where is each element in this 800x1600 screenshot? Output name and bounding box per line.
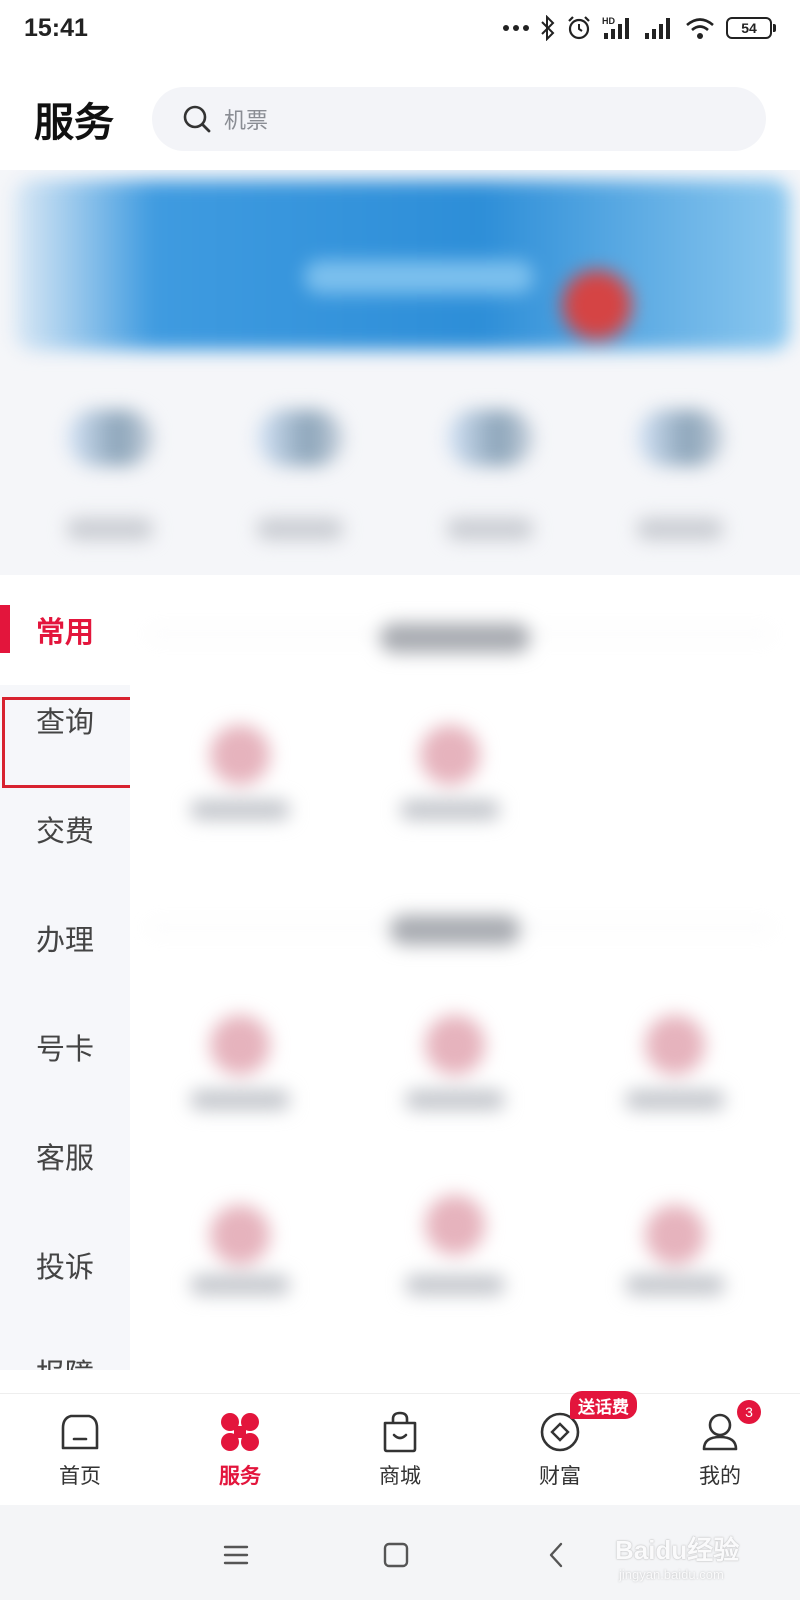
battery-level: 54 [741, 20, 757, 36]
service-icon[interactable] [210, 1205, 270, 1265]
quick-entry[interactable] [420, 400, 560, 560]
service-icon[interactable] [210, 725, 270, 785]
service-icon[interactable] [420, 725, 480, 785]
status-time: 15:41 [24, 13, 88, 42]
profile-icon [702, 1413, 738, 1451]
battery-icon: 54 [726, 17, 776, 39]
service-icon[interactable] [425, 1195, 485, 1255]
home-button[interactable] [376, 1535, 416, 1575]
search-input[interactable]: 机票 [152, 87, 766, 151]
section-header [380, 623, 530, 653]
search-icon [183, 105, 211, 133]
service-icon[interactable] [645, 1205, 705, 1265]
bottom-tab-bar: 首页 服务 商城 财富 我的 [0, 1393, 800, 1505]
tab-label: 首页 [59, 1464, 101, 1488]
more-dots-icon [503, 25, 529, 31]
search-placeholder: 机票 [224, 109, 269, 134]
category-sidebar: 常用 查询 交费 办理 号卡 客服 投诉 报障 [0, 575, 130, 1370]
sidebar-item-label: 交费 [36, 814, 95, 848]
sidebar-item-complaint[interactable]: 投诉 [0, 1210, 130, 1320]
shopping-bag-icon [383, 1411, 417, 1453]
services-icon [221, 1413, 259, 1451]
active-indicator [0, 605, 10, 653]
sidebar-item-label: 报障 [36, 1351, 94, 1370]
menu-button[interactable] [216, 1535, 256, 1575]
bluetooth-icon [541, 15, 555, 41]
sidebar-item-label: 办理 [36, 923, 95, 957]
status-bar: 15:41 HD 54 [0, 0, 800, 56]
sidebar-item-label: 投诉 [36, 1250, 95, 1284]
sidebar-item-payment[interactable]: 交费 [0, 774, 130, 884]
header: 服务 机票 [0, 80, 800, 158]
hd-signal-icon: HD [602, 16, 629, 39]
sidebar-item-sim-card[interactable]: 号卡 [0, 992, 130, 1102]
page-title: 服务 [34, 100, 114, 146]
tab-label: 财富 [539, 1464, 581, 1488]
quick-entry[interactable] [40, 400, 180, 560]
sidebar-item-customer-service[interactable]: 客服 [0, 1101, 130, 1211]
tab-mall[interactable]: 商城 [320, 1394, 480, 1506]
tab-services[interactable]: 服务 [160, 1394, 320, 1506]
tab-label: 我的 [699, 1464, 741, 1488]
notification-count-badge: 3 [737, 1400, 761, 1424]
service-grid-blurred [130, 575, 800, 1370]
sidebar-item-label: 号卡 [36, 1032, 95, 1066]
wifi-icon [686, 18, 714, 39]
service-icon[interactable] [210, 1015, 270, 1075]
quick-entry[interactable] [610, 400, 750, 560]
menu-icon [223, 1545, 249, 1565]
tab-label: 服务 [219, 1464, 261, 1488]
watermark-main: Baidu经验 [615, 1535, 740, 1565]
back-icon [549, 1542, 563, 1568]
home-icon [61, 1414, 99, 1450]
section-header [390, 915, 520, 945]
watermark-sub: jingyan.baidu.com [619, 1567, 724, 1582]
status-icons: HD 54 [502, 15, 776, 41]
sidebar-item-fault-report[interactable]: 报障 [0, 1317, 130, 1370]
home-square-icon [383, 1542, 409, 1568]
service-icon[interactable] [645, 1015, 705, 1075]
tab-profile[interactable]: 我的 [640, 1394, 800, 1506]
sidebar-item-handle[interactable]: 办理 [0, 883, 130, 993]
promo-banner[interactable] [14, 180, 790, 350]
sidebar-item-label: 常用 [36, 615, 95, 649]
tab-home[interactable]: 首页 [0, 1394, 160, 1506]
sidebar-item-label: 客服 [36, 1141, 95, 1175]
back-button[interactable] [536, 1535, 576, 1575]
network-label: HD [602, 16, 615, 26]
blurred-banner-area [0, 170, 800, 580]
alarm-icon [568, 16, 590, 40]
signal-icon [645, 18, 670, 39]
baidu-watermark: Baidu经验 jingyan.baidu.com [615, 1530, 765, 1586]
tab-label: 商城 [379, 1464, 421, 1488]
promo-badge: 送话费 [570, 1391, 637, 1419]
service-icon[interactable] [425, 1015, 485, 1075]
quick-entry[interactable] [230, 400, 370, 560]
